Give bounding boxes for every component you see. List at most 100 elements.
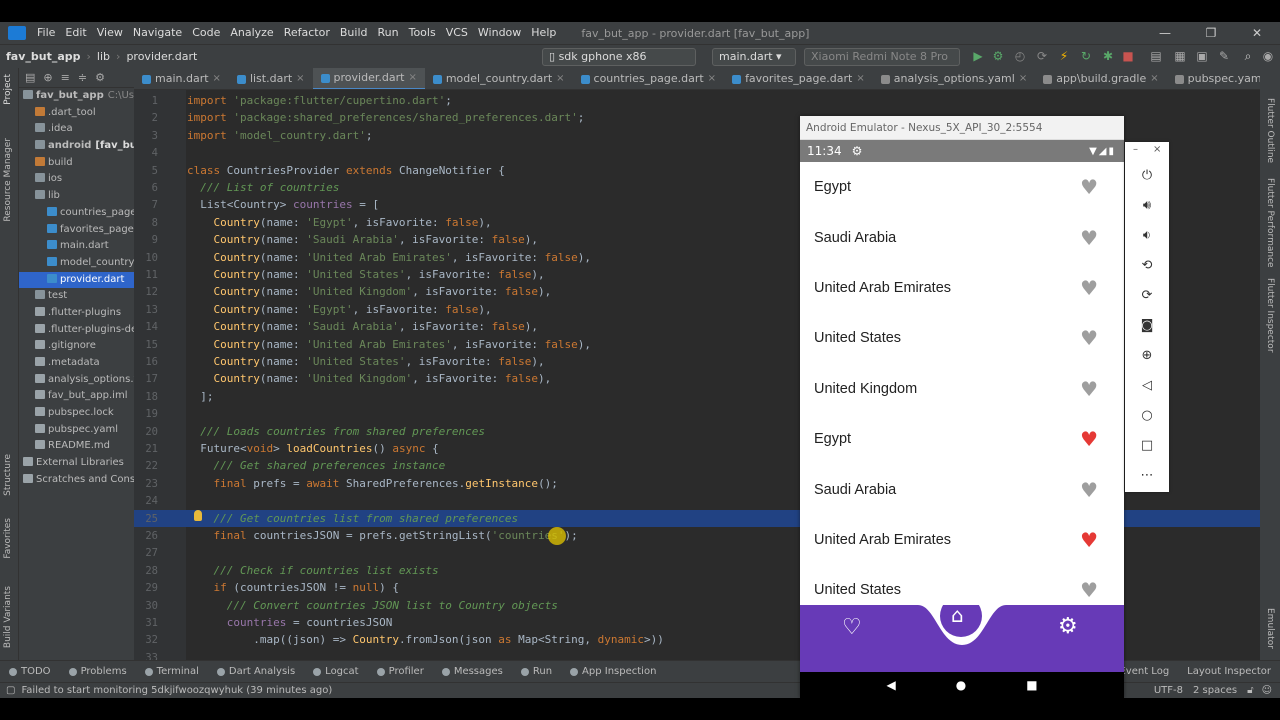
close-tab-icon[interactable]: × <box>556 68 564 89</box>
overview-icon[interactable]: ■ <box>1026 678 1037 692</box>
menu-help[interactable]: Help <box>526 22 561 44</box>
collapse-icon[interactable]: ≡ <box>61 71 70 84</box>
overview-icon[interactable]: □ <box>1139 438 1155 454</box>
flutter-outline-tab[interactable]: Flutter Outline <box>1265 98 1275 163</box>
tree-item[interactable]: main.dart <box>19 238 134 255</box>
tree-item[interactable]: pubspec.lock <box>19 405 134 422</box>
tool-dart-analysis[interactable]: Dart Analysis <box>208 666 304 677</box>
menu-refactor[interactable]: Refactor <box>279 22 335 44</box>
power-icon[interactable]: ⏻ <box>1139 168 1155 184</box>
favorite-heart-icon[interactable]: ♥ <box>1080 580 1098 600</box>
tab-app-build-gradle[interactable]: app\build.gradle × <box>1035 68 1166 89</box>
hot-restart-icon[interactable]: ↻ <box>1080 50 1092 62</box>
favorite-heart-icon[interactable]: ♥ <box>1080 429 1098 449</box>
favorite-heart-icon[interactable]: ♥ <box>1080 177 1098 197</box>
country-row[interactable]: Saudi Arabia ♥ <box>800 464 1124 514</box>
tree-item[interactable]: Scratches and Consoles <box>19 472 134 489</box>
favorite-heart-icon[interactable]: ♥ <box>1080 278 1098 298</box>
run-config-selector[interactable]: main.dart ▾ <box>712 48 796 66</box>
flutter-inspector-tab[interactable]: Flutter Inspector <box>1265 278 1275 353</box>
tree-item[interactable]: fav_but_appC:\Users\bri <box>19 88 134 105</box>
tab-model-country-dart[interactable]: model_country.dart × <box>425 68 573 89</box>
tool-layout-inspector[interactable]: Layout Inspector <box>1178 666 1280 677</box>
settings-gear-icon[interactable]: ⚙ <box>95 71 105 84</box>
tree-item[interactable]: .idea <box>19 121 134 138</box>
tree-item[interactable]: favorites_page.dar <box>19 222 134 239</box>
device-manager-icon[interactable]: ▤ <box>1150 50 1162 62</box>
tool-logcat[interactable]: Logcat <box>304 666 367 677</box>
settings-icon[interactable]: ✎ <box>1218 50 1230 62</box>
favorite-heart-icon[interactable]: ♥ <box>1080 480 1098 500</box>
device-selector-2[interactable]: Xiaomi Redmi Note 8 Pro ▾ <box>804 48 960 79</box>
home-circle-icon[interactable]: ○ <box>1139 408 1155 424</box>
code-line[interactable]: 1 import 'package:flutter/cupertino.dart'… <box>134 92 1260 109</box>
country-row[interactable]: United Arab Emirates ♥ <box>800 515 1124 565</box>
search-icon[interactable]: ⌕ <box>1242 50 1254 62</box>
tree-item[interactable]: lib <box>19 188 134 205</box>
country-row[interactable]: United States ♥ <box>800 565 1124 605</box>
expand-icon[interactable]: ≑ <box>78 71 87 84</box>
encoding-label[interactable]: UTF-8 <box>1154 685 1183 696</box>
tree-item[interactable]: analysis_options.yaml <box>19 372 134 389</box>
tool-profiler[interactable]: Profiler <box>368 666 433 677</box>
close-tab-icon[interactable]: × <box>856 68 864 89</box>
favorite-heart-icon[interactable]: ♥ <box>1080 328 1098 348</box>
tree-item[interactable]: android[fav_but_app <box>19 138 134 155</box>
project-view-icon[interactable]: ▤ <box>25 71 35 84</box>
hot-reload-icon[interactable]: ⚡ <box>1058 50 1070 62</box>
tree-item[interactable]: pubspec.yaml <box>19 422 134 439</box>
resource-manager-tab[interactable]: Resource Manager <box>3 138 13 222</box>
back-icon[interactable]: ◁ <box>1139 378 1155 394</box>
tree-item[interactable]: README.md <box>19 438 134 455</box>
lightbulb-icon[interactable] <box>194 510 202 521</box>
favorites-tab[interactable]: Favorites <box>3 518 13 559</box>
indent-label[interactable]: 2 spaces <box>1193 685 1237 696</box>
rotate-right-icon[interactable]: ⟳ <box>1139 288 1155 304</box>
tree-item[interactable]: fav_but_app.iml <box>19 388 134 405</box>
layout-icon[interactable]: ▣ <box>1196 50 1208 62</box>
favorite-heart-icon[interactable]: ♥ <box>1080 228 1098 248</box>
tree-item[interactable]: .flutter-plugins-depen <box>19 322 134 339</box>
tree-item[interactable]: .metadata <box>19 355 134 372</box>
favorite-heart-icon[interactable]: ♥ <box>1080 530 1098 550</box>
tree-item[interactable]: .gitignore <box>19 338 134 355</box>
menu-view[interactable]: View <box>92 22 128 44</box>
tool-run[interactable]: Run <box>512 666 561 677</box>
rotate-left-icon[interactable]: ⟲ <box>1139 258 1155 274</box>
close-tab-icon[interactable]: × <box>408 68 416 89</box>
minimize-icon[interactable]: – <box>1133 144 1138 155</box>
home-icon[interactable]: ⌂ <box>951 604 964 626</box>
tab-provider-dart[interactable]: provider.dart × <box>312 68 425 89</box>
structure-tab[interactable]: Structure <box>3 454 13 496</box>
menu-tools[interactable]: Tools <box>404 22 441 44</box>
menu-window[interactable]: Window <box>473 22 526 44</box>
breadcrumb-file[interactable]: provider.dart <box>120 50 203 63</box>
country-row[interactable]: Saudi Arabia ♥ <box>800 212 1124 262</box>
volume-down-icon[interactable]: 🔉︎ <box>1139 228 1155 244</box>
close-icon[interactable]: × <box>1153 144 1161 155</box>
tab-analysis-options-yaml[interactable]: analysis_options.yaml × <box>873 68 1035 89</box>
profile-icon[interactable]: ◴ <box>1014 50 1026 62</box>
sdk-manager-icon[interactable]: ▦ <box>1174 50 1186 62</box>
breadcrumb-project[interactable]: fav_but_app <box>0 50 87 63</box>
volume-up-icon[interactable]: 🔊︎ <box>1139 198 1155 214</box>
close-tab-icon[interactable]: × <box>1150 68 1158 89</box>
tree-item[interactable]: External Libraries <box>19 455 134 472</box>
tree-item[interactable]: model_country.dar <box>19 255 134 272</box>
close-tab-icon[interactable]: × <box>296 68 304 89</box>
tool-todo[interactable]: TODO <box>0 666 60 677</box>
gear-icon[interactable]: ⚙ <box>1058 616 1078 638</box>
menu-run[interactable]: Run <box>373 22 404 44</box>
country-row[interactable]: Egypt ♥ <box>800 414 1124 464</box>
more-icon[interactable]: ⋯ <box>1139 468 1155 484</box>
tree-item[interactable]: build <box>19 155 134 172</box>
country-row[interactable]: United Arab Emirates ♥ <box>800 263 1124 313</box>
tab-main-dart[interactable]: main.dart × <box>134 68 229 89</box>
close-tab-icon[interactable]: × <box>213 68 221 89</box>
minimize-button[interactable]: — <box>1142 26 1188 40</box>
menu-code[interactable]: Code <box>187 22 225 44</box>
country-row[interactable]: United States ♥ <box>800 313 1124 363</box>
menu-vcs[interactable]: VCS <box>441 22 473 44</box>
heart-icon[interactable]: ♡ <box>842 617 862 639</box>
tree-item[interactable]: test <box>19 288 134 305</box>
